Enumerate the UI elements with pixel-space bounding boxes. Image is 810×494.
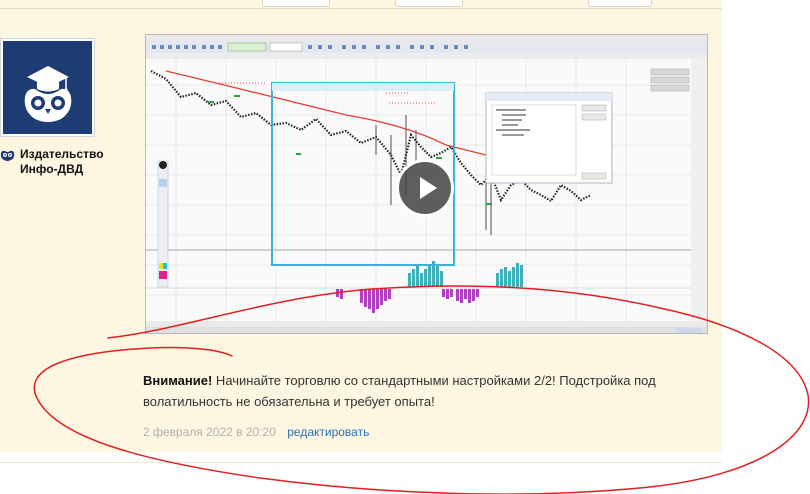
- video-thumbnail[interactable]: [145, 34, 708, 334]
- top-divider: [0, 8, 722, 9]
- play-button[interactable]: [396, 159, 454, 217]
- bottom-divider: [0, 462, 722, 463]
- comment-bold-prefix: Внимание!: [143, 373, 213, 388]
- author-owl-icon: [0, 150, 15, 161]
- comment-text: Внимание! Начинайте торговлю со стандарт…: [143, 370, 703, 412]
- top-button-right[interactable]: [588, 0, 652, 7]
- top-button-left[interactable]: [262, 0, 330, 7]
- owl-logo-icon: [3, 41, 92, 134]
- avatar[interactable]: [0, 38, 95, 137]
- author-name[interactable]: Издательство Инфо-ДВД: [20, 147, 120, 177]
- comment-meta: 2 февраля 2022 в 20:20 редактировать: [143, 425, 369, 439]
- comment-date: 2 февраля 2022 в 20:20: [143, 425, 276, 439]
- comment-body: Начинайте торговлю со стандартными настр…: [143, 373, 656, 409]
- edit-link[interactable]: редактировать: [287, 425, 369, 439]
- play-icon: [420, 177, 437, 199]
- top-button-mid[interactable]: [395, 0, 463, 7]
